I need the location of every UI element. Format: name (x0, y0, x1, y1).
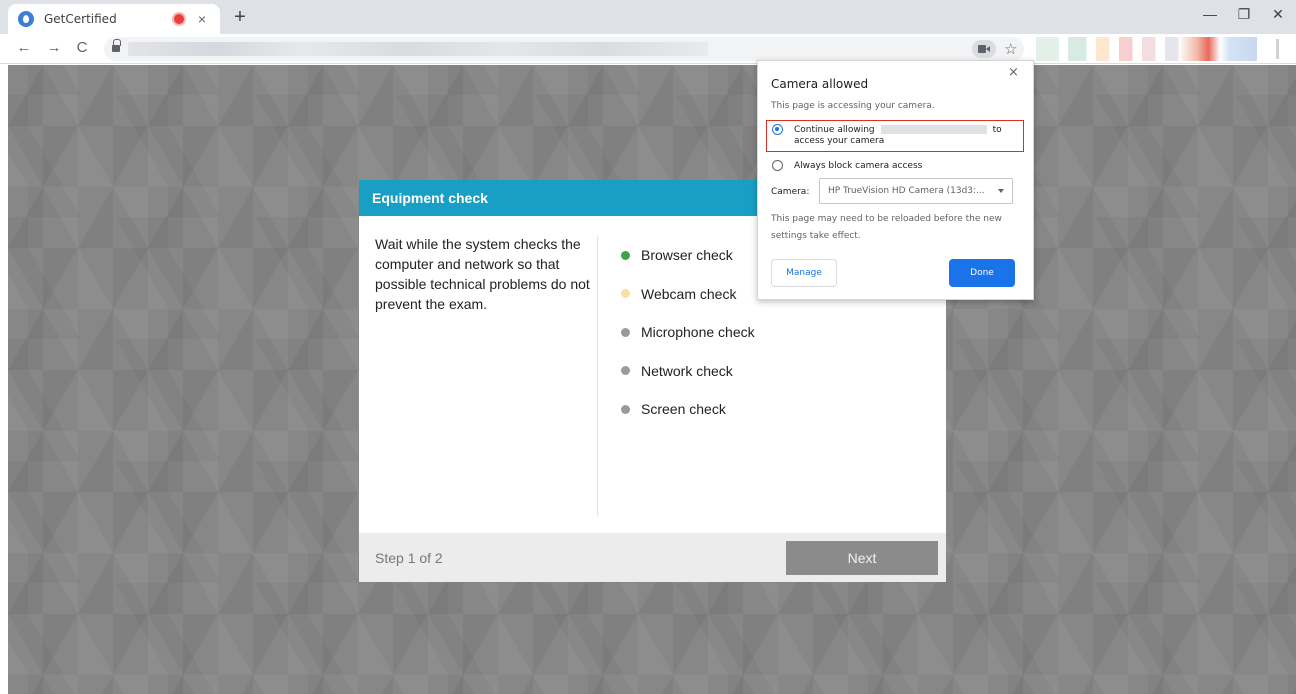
bookmark-star-icon[interactable]: ☆ (1004, 40, 1017, 58)
check-item-network: Network check (621, 352, 755, 391)
next-button[interactable]: Next (786, 541, 938, 575)
getcertified-logo-icon (18, 11, 34, 27)
tab-title: GetCertified (44, 12, 117, 26)
browser-tab[interactable]: GetCertified × (8, 4, 220, 34)
forward-button[interactable]: → (44, 39, 64, 56)
popup-subtitle: This page is accessing your camera. (771, 101, 935, 111)
back-button[interactable]: ← (14, 39, 34, 56)
tab-close-icon[interactable]: × (194, 11, 210, 27)
url-text-redacted (128, 42, 708, 56)
camera-indicator-icon[interactable] (972, 40, 996, 58)
status-dot-icon (621, 327, 630, 337)
check-item-browser: Browser check (621, 236, 755, 275)
modal-footer: Step 1 of 2 Next (359, 533, 946, 582)
option-allow-label[interactable]: Continue allowing to access your camera (794, 125, 1020, 147)
check-label: Microphone check (641, 324, 755, 341)
check-item-screen: Screen check (621, 390, 755, 429)
radio-allow[interactable] (772, 124, 783, 135)
checks-list: Browser check Webcam check Microphone ch… (621, 236, 755, 429)
site-name-redacted (880, 125, 987, 134)
address-bar[interactable]: ☆ (104, 37, 1024, 61)
reload-button[interactable]: C (72, 39, 92, 56)
menu-separator (1276, 39, 1279, 59)
option-allow-prefix: Continue allowing (794, 125, 875, 135)
extensions-area-redacted (1036, 37, 1266, 61)
reload-note: This page may need to be reloaded before… (771, 214, 1002, 241)
check-item-microphone: Microphone check (621, 313, 755, 352)
close-window-button[interactable]: ✕ (1264, 6, 1292, 23)
camera-select[interactable]: HP TrueVision HD Camera (13d3:... (819, 178, 1013, 204)
status-dot-icon (621, 250, 630, 260)
lock-icon (112, 39, 121, 52)
camera-permission-popup: × Camera allowed This page is accessing … (757, 60, 1034, 300)
check-label: Network check (641, 362, 733, 379)
modal-description: Wait while the system checks the compute… (375, 236, 590, 312)
check-label: Browser check (641, 247, 733, 264)
status-dot-icon (621, 404, 630, 414)
popup-title: Camera allowed (771, 77, 869, 91)
radio-block[interactable] (772, 160, 783, 171)
camera-select-value: HP TrueVision HD Camera (13d3:... (828, 186, 985, 196)
browser-toolbar: ← → C ☆ (0, 34, 1296, 64)
status-dot-icon (621, 289, 630, 299)
status-dot-icon (621, 366, 630, 376)
done-button[interactable]: Done (949, 259, 1015, 287)
option-block-label[interactable]: Always block camera access (794, 161, 922, 172)
chevron-down-icon (998, 189, 1004, 193)
recording-dot-icon (174, 14, 184, 24)
close-icon[interactable]: × (1008, 65, 1019, 80)
option-allow-line2: access your camera (794, 136, 885, 146)
check-label: Webcam check (641, 285, 737, 302)
step-indicator: Step 1 of 2 (375, 550, 443, 566)
option-allow-suffix: to (992, 125, 1002, 135)
restore-button[interactable]: ❐ (1230, 6, 1258, 23)
new-tab-button[interactable]: + (228, 6, 252, 29)
check-label: Screen check (641, 401, 726, 418)
minimize-button[interactable]: — (1196, 6, 1224, 22)
manage-button[interactable]: Manage (771, 259, 837, 287)
browser-tab-strip: GetCertified × + — ❐ ✕ (0, 0, 1296, 34)
camera-label: Camera: (771, 187, 810, 197)
check-item-webcam: Webcam check (621, 275, 755, 314)
divider (597, 236, 598, 516)
